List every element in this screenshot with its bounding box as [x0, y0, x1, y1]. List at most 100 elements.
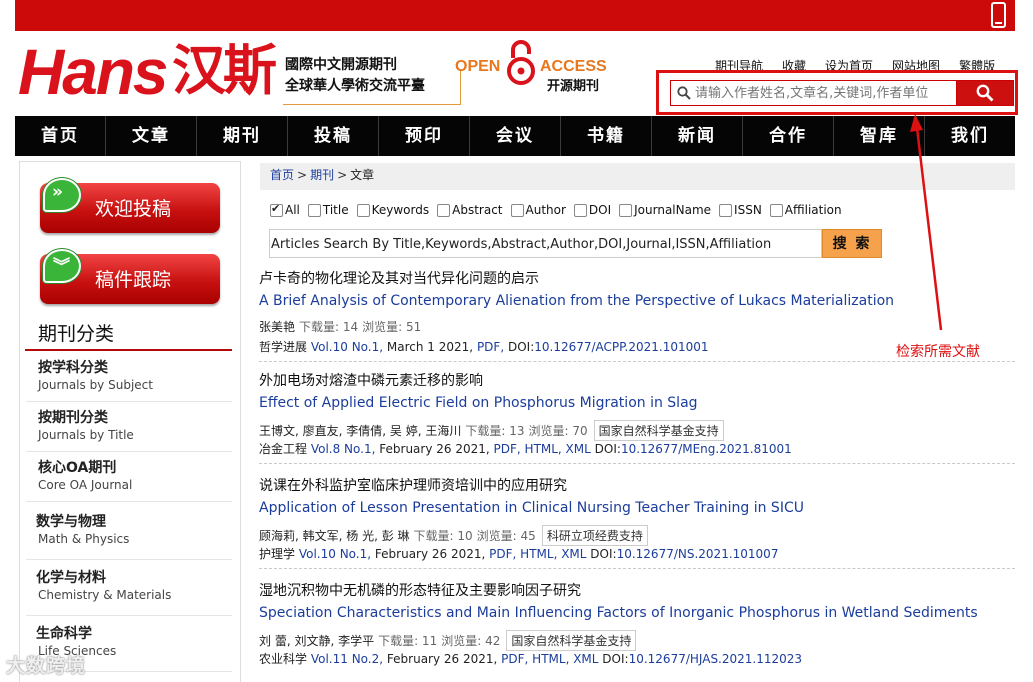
article-title-en[interactable]: A Brief Analysis of Contemporary Alienat…: [259, 293, 894, 309]
article-volume[interactable]: Vol.11 No.2,: [311, 652, 383, 666]
logo-latin[interactable]: Hans: [18, 40, 168, 104]
nav-news[interactable]: 新闻: [652, 116, 743, 156]
article-search-input[interactable]: [271, 234, 816, 254]
checkbox[interactable]: [619, 203, 633, 217]
filter-label: ISSN: [734, 203, 762, 217]
article-formats[interactable]: PDF, HTML, XML: [501, 652, 598, 666]
journal-category-title: 期刊分类: [38, 323, 115, 345]
article-item: 湿地沉积物中无机磷的形态特征及主要影响因子研究 Speciation Chara…: [259, 580, 1015, 674]
filter-doi[interactable]: DOI: [573, 203, 611, 217]
category-label-en: Math & Physics: [38, 532, 130, 546]
nav-preprint[interactable]: 预印: [379, 116, 470, 156]
checkbox[interactable]: [769, 203, 783, 217]
article-journal[interactable]: 哲学进展: [259, 340, 307, 354]
checkbox[interactable]: [437, 203, 451, 217]
nav-articles[interactable]: 文章: [106, 116, 197, 156]
article-doi-label: DOI:: [602, 652, 629, 666]
filter-keywords[interactable]: Keywords: [356, 203, 430, 217]
article-volume[interactable]: Vol.10 No.1,: [299, 547, 371, 561]
filter-all[interactable]: All: [270, 202, 300, 217]
nav-think-tank[interactable]: 智库: [834, 116, 925, 156]
article-doi[interactable]: 10.12677/ACPP.2021.101001: [534, 340, 708, 354]
article-date: February 26 2021,: [386, 652, 498, 666]
breadcrumb-current: 文章: [350, 168, 375, 182]
article-journal[interactable]: 冶金工程: [259, 442, 307, 456]
article-volume[interactable]: Vol.8 No.1,: [311, 442, 376, 456]
breadcrumb-home[interactable]: 首页: [270, 168, 294, 182]
article-fund-badge: 国家自然科学基金支持: [593, 420, 724, 441]
checkbox[interactable]: [307, 203, 321, 217]
category-label-cn: 化学与材料: [36, 570, 106, 586]
category-by-title[interactable]: 按期刊分类 Journals by Title: [26, 407, 232, 452]
article-meta: 刘 蕾, 刘文静, 李学平 下载量: 11 浏览量: 42 国家自然科学基金支持: [259, 630, 637, 651]
checkbox[interactable]: [270, 202, 283, 217]
journal-category-rule: [25, 349, 232, 351]
checkbox[interactable]: [510, 203, 524, 217]
category-label-cn: 生命科学: [36, 626, 92, 642]
category-by-subject[interactable]: 按学科分类 Journals by Subject: [26, 357, 232, 402]
nav-submit[interactable]: 投稿: [288, 116, 379, 156]
article-title-en[interactable]: Application of Lesson Presentation in Cl…: [259, 500, 804, 516]
article-fund-badge: 科研立项经费支持: [541, 525, 648, 546]
header-search-button[interactable]: [956, 80, 1014, 106]
nav-home[interactable]: 首页: [15, 116, 106, 156]
article-doi[interactable]: 10.12677/HJAS.2021.112023: [629, 652, 802, 666]
track-manuscript-button[interactable]: ︾ 稿件跟踪: [40, 249, 220, 304]
slogan-line-2: 全球華人學術交流平臺: [285, 78, 425, 94]
article-title-cn[interactable]: 卢卡奇的物化理论及其对当代异化问题的启示: [259, 268, 539, 288]
article-formats[interactable]: PDF, HTML, XML: [489, 547, 586, 561]
category-math-physics[interactable]: 数学与物理 Math & Physics: [26, 511, 232, 560]
search-icon: [976, 84, 994, 102]
article-authors[interactable]: 刘 蕾, 刘文静, 李学平: [259, 632, 374, 649]
open-access-lock-icon: [507, 40, 535, 85]
nav-journals[interactable]: 期刊: [197, 116, 288, 156]
filter-title[interactable]: Title: [307, 203, 349, 217]
checkbox[interactable]: [356, 203, 370, 217]
breadcrumb-journals[interactable]: 期刊: [310, 168, 334, 182]
category-core-oa[interactable]: 核心OA期刊 Core OA Journal: [26, 457, 232, 502]
article-divider: [259, 361, 1015, 362]
article-date: February 26 2021,: [379, 442, 490, 456]
checkbox[interactable]: [719, 203, 733, 217]
article-downloads: 下载量: 10: [413, 529, 473, 543]
checkbox[interactable]: [573, 203, 587, 217]
filter-author[interactable]: Author: [510, 203, 566, 217]
article-journal[interactable]: 护理学: [259, 547, 295, 561]
article-authors[interactable]: 张美艳: [259, 318, 295, 335]
article-journal[interactable]: 农业科学: [259, 652, 307, 666]
filter-affiliation[interactable]: Affiliation: [769, 203, 842, 217]
article-views: 浏览量: 45: [476, 529, 536, 543]
article-title-cn[interactable]: 说课在外科监护室临床护理师资培训中的应用研究: [259, 475, 567, 495]
nav-books[interactable]: 书籍: [561, 116, 652, 156]
article-doi[interactable]: 10.12677/NS.2021.101007: [617, 547, 779, 561]
phone-icon[interactable]: [991, 2, 1006, 28]
article-title-cn[interactable]: 外加电场对熔渣中磷元素迁移的影响: [259, 370, 483, 390]
nav-cooperation[interactable]: 合作: [743, 116, 834, 156]
submit-manuscript-button[interactable]: » 欢迎投稿: [40, 178, 220, 233]
logo-chinese[interactable]: 汉斯: [172, 40, 277, 102]
category-label-cn: 按期刊分类: [38, 410, 108, 426]
article-authors[interactable]: 王博文, 廖直友, 李倩倩, 吴 婷, 王海川: [259, 422, 461, 439]
filter-abstract[interactable]: Abstract: [437, 203, 503, 217]
article-formats[interactable]: PDF, HTML, XML: [494, 442, 591, 456]
article-doi[interactable]: 10.12677/MEng.2021.81001: [621, 442, 792, 456]
nav-conference[interactable]: 会议: [470, 116, 561, 156]
breadcrumb: 首页 > 期刊 > 文章: [260, 163, 1015, 190]
category-label-en: Chemistry & Materials: [38, 588, 172, 602]
article-views: 浏览量: 42: [441, 634, 501, 648]
article-title-en[interactable]: Effect of Applied Electric Field on Phos…: [259, 395, 698, 411]
filter-label: Keywords: [371, 203, 430, 217]
filter-issn[interactable]: ISSN: [719, 203, 762, 217]
filter-journal-name[interactable]: JournalName: [619, 203, 711, 217]
nav-about[interactable]: 我们: [925, 116, 1015, 156]
article-title-en[interactable]: Speciation Characteristics and Main Infl…: [259, 605, 978, 621]
article-authors[interactable]: 顾海莉, 韩文军, 杨 光, 彭 琳: [259, 527, 410, 544]
category-chemistry-materials[interactable]: 化学与材料 Chemistry & Materials: [26, 567, 232, 616]
article-search-button[interactable]: 搜 索: [822, 229, 882, 258]
article-title-cn[interactable]: 湿地沉积物中无机磷的形态特征及主要影响因子研究: [259, 580, 581, 600]
article-volume[interactable]: Vol.10 No.1,: [311, 340, 383, 354]
filter-label: Abstract: [452, 203, 503, 217]
article-divider: [259, 568, 1015, 569]
article-formats[interactable]: PDF,: [477, 340, 504, 354]
header-search-input[interactable]: [695, 83, 951, 103]
